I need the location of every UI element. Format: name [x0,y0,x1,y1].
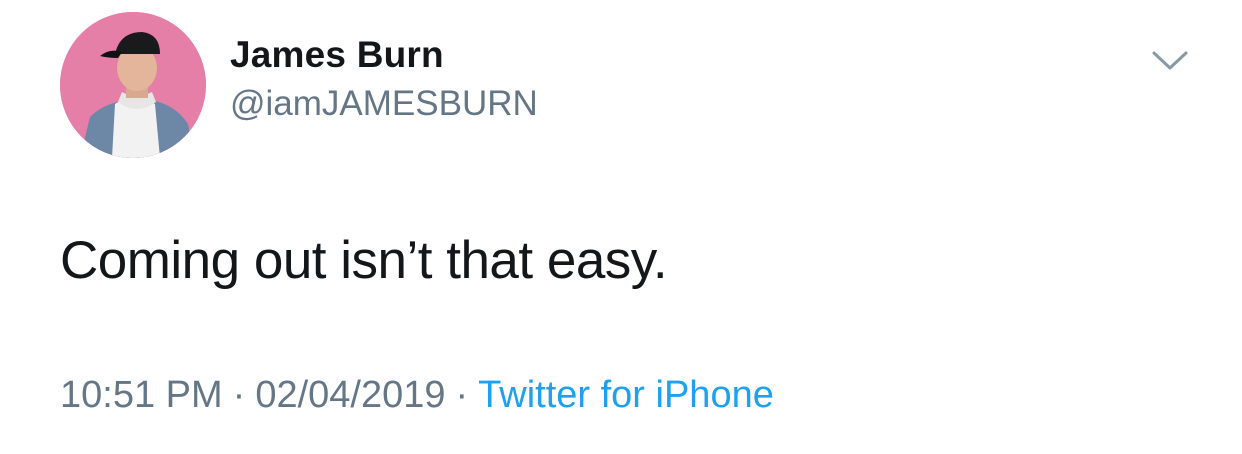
tweet-time[interactable]: 10:51 PM [60,374,223,416]
author-display-name[interactable]: James Burn [230,34,444,76]
tweet-date[interactable]: 02/04/2019 [255,374,445,416]
avatar[interactable] [60,12,206,158]
tweet-text: Coming out isn’t that easy. [60,231,668,290]
tweet-meta: 10:51 PM · 02/04/2019 · Twitter for iPhone [60,374,774,417]
profile-photo-icon [60,12,206,158]
meta-separator: · [232,374,246,416]
tweet-card: James Burn @iamJAMESBURN Coming out isn’… [0,0,1242,454]
tweet-source-link[interactable]: Twitter for iPhone [478,374,774,416]
author-handle[interactable]: @iamJAMESBURN [230,84,538,124]
chevron-down-icon[interactable] [1150,48,1190,74]
meta-separator: · [455,374,469,416]
